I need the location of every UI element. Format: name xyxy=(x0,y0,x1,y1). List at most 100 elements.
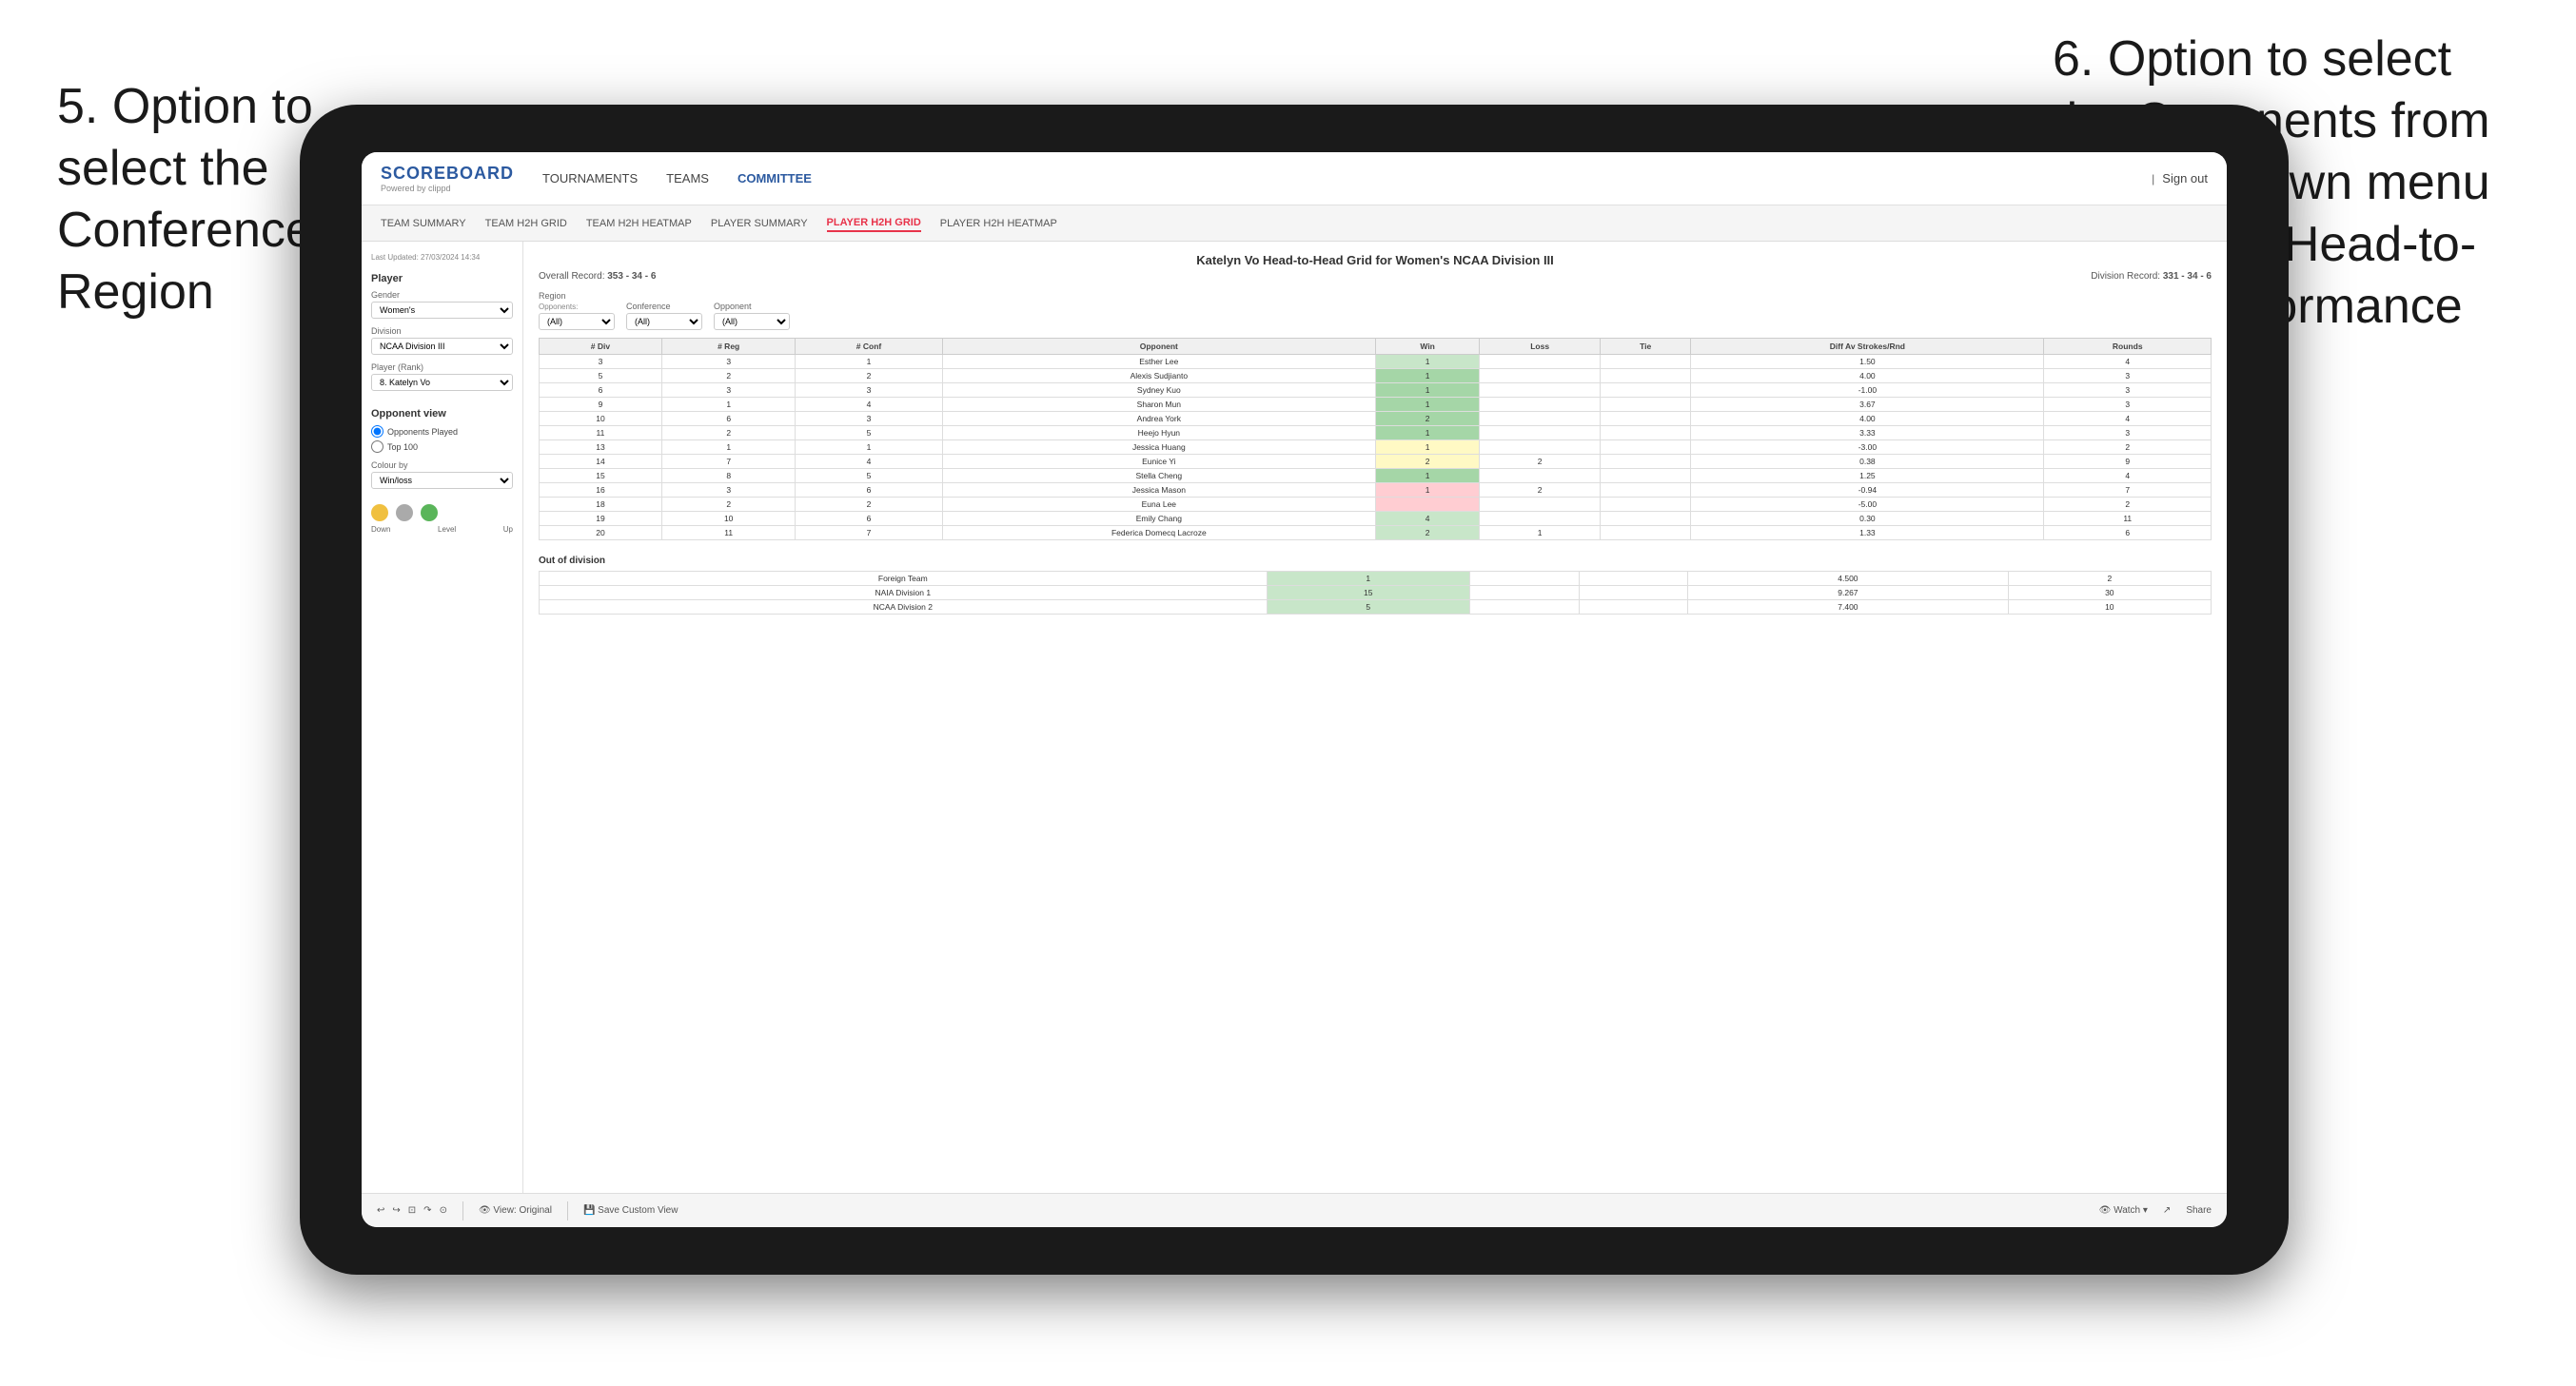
toolbar-export[interactable]: ↗ xyxy=(2163,1205,2171,1216)
toolbar-back[interactable]: ↪ xyxy=(392,1205,400,1216)
division-select[interactable]: NCAA Division III xyxy=(371,338,513,355)
cell-ood-name: NCAA Division 2 xyxy=(540,600,1268,615)
nav-committee[interactable]: COMMITTEE xyxy=(737,167,812,189)
top-navigation: SCOREBOARD Powered by clippd TOURNAMENTS… xyxy=(362,152,2227,205)
cell-win: 1 xyxy=(1376,483,1480,498)
cell-ood-tie xyxy=(1579,572,1688,586)
cell-diff: 1.50 xyxy=(1691,355,2044,369)
table-row: 14 7 4 Eunice Yi 2 2 0.38 9 xyxy=(540,455,2212,469)
cell-opponent: Stella Cheng xyxy=(942,469,1376,483)
nav-tournaments[interactable]: TOURNAMENTS xyxy=(542,167,638,189)
toolbar-undo[interactable]: ↩ xyxy=(377,1205,384,1216)
cell-rounds: 3 xyxy=(2044,398,2212,412)
main-content: Last Updated: 27/03/2024 14:34 Player Ge… xyxy=(362,242,2227,1193)
cell-win: 4 xyxy=(1376,512,1480,526)
cell-opponent: Jessica Huang xyxy=(942,440,1376,455)
sub-nav-player-summary[interactable]: PLAYER SUMMARY xyxy=(711,216,808,231)
colour-labels: Down Level Up xyxy=(371,525,513,534)
cell-reg: 3 xyxy=(661,483,796,498)
nav-right: | Sign out xyxy=(2152,167,2208,189)
nav-teams[interactable]: TEAMS xyxy=(666,167,709,189)
sub-nav-player-h2h-grid[interactable]: PLAYER H2H GRID xyxy=(827,215,921,232)
toolbar-redo[interactable]: ↷ xyxy=(423,1205,431,1216)
sub-nav-player-h2h-heatmap[interactable]: PLAYER H2H HEATMAP xyxy=(940,216,1057,231)
cell-reg: 10 xyxy=(661,512,796,526)
sub-nav-team-summary[interactable]: TEAM SUMMARY xyxy=(381,216,466,231)
cell-loss xyxy=(1480,355,1601,369)
radio-opponents-played[interactable]: Opponents Played xyxy=(371,425,513,438)
sub-nav-team-h2h-grid[interactable]: TEAM H2H GRID xyxy=(485,216,567,231)
cell-rounds: 3 xyxy=(2044,369,2212,383)
cell-div: 10 xyxy=(540,412,662,426)
col-loss: Loss xyxy=(1480,339,1601,355)
opponent-select[interactable]: (All) xyxy=(714,313,790,330)
cell-loss: 2 xyxy=(1480,483,1601,498)
toolbar-settings[interactable]: ⊙ xyxy=(440,1205,447,1216)
cell-diff: 3.33 xyxy=(1691,426,2044,440)
toolbar-watch[interactable]: 👁 Watch ▾ xyxy=(2099,1205,2148,1216)
toolbar-view-original[interactable]: 👁 View: Original xyxy=(479,1205,552,1216)
toolbar-right: 👁 Watch ▾ ↗ Share xyxy=(2099,1205,2212,1216)
toolbar-share[interactable]: Share xyxy=(2186,1205,2212,1216)
cell-diff: 4.00 xyxy=(1691,369,2044,383)
cell-div: 15 xyxy=(540,469,662,483)
filter-row: Region Opponents: (All) Conference (All) xyxy=(539,291,2212,330)
cell-div: 5 xyxy=(540,369,662,383)
cell-loss xyxy=(1480,398,1601,412)
table-row: 11 2 5 Heejo Hyun 1 3.33 3 xyxy=(540,426,2212,440)
tablet-screen: SCOREBOARD Powered by clippd TOURNAMENTS… xyxy=(362,152,2227,1227)
cell-diff: -1.00 xyxy=(1691,383,2044,398)
colour-label-level: Level xyxy=(438,525,456,534)
conference-select[interactable]: (All) xyxy=(626,313,702,330)
cell-opponent: Sharon Mun xyxy=(942,398,1376,412)
cell-diff: 1.33 xyxy=(1691,526,2044,540)
opponent-view-radio-group: Opponents Played Top 100 xyxy=(371,425,513,453)
cell-ood-diff: 7.400 xyxy=(1688,600,2008,615)
region-select[interactable]: (All) xyxy=(539,313,615,330)
gender-select[interactable]: Women's xyxy=(371,302,513,319)
records-row: Overall Record: 353 - 34 - 6 Division Re… xyxy=(539,271,2212,282)
toolbar-grid[interactable]: ⊡ xyxy=(408,1205,416,1216)
cell-conf: 1 xyxy=(796,355,942,369)
toolbar-save-custom-view[interactable]: 💾 Save Custom View xyxy=(583,1205,678,1216)
cell-opponent: Alexis Sudjianto xyxy=(942,369,1376,383)
cell-ood-loss xyxy=(1469,572,1579,586)
cell-ood-win: 5 xyxy=(1267,600,1469,615)
cell-win: 1 xyxy=(1376,426,1480,440)
opponent-filter-group: Opponent (All) xyxy=(714,302,790,330)
cell-ood-diff: 4.500 xyxy=(1688,572,2008,586)
cell-div: 9 xyxy=(540,398,662,412)
table-row: 10 6 3 Andrea York 2 4.00 4 xyxy=(540,412,2212,426)
table-row: 15 8 5 Stella Cheng 1 1.25 4 xyxy=(540,469,2212,483)
cell-opponent: Jessica Mason xyxy=(942,483,1376,498)
opponent-label: Opponent xyxy=(714,302,790,311)
cell-conf: 2 xyxy=(796,498,942,512)
cell-diff: 4.00 xyxy=(1691,412,2044,426)
cell-loss xyxy=(1480,440,1601,455)
radio-top-100[interactable]: Top 100 xyxy=(371,440,513,453)
cell-ood-rounds: 2 xyxy=(2008,572,2211,586)
cell-conf: 3 xyxy=(796,383,942,398)
out-of-division-row: NCAA Division 2 5 7.400 10 xyxy=(540,600,2212,615)
cell-win: 1 xyxy=(1376,440,1480,455)
cell-conf: 4 xyxy=(796,398,942,412)
cell-tie xyxy=(1601,469,1691,483)
sub-nav-team-h2h-heatmap[interactable]: TEAM H2H HEATMAP xyxy=(586,216,692,231)
gender-label: Gender xyxy=(371,290,513,300)
cell-diff: -0.94 xyxy=(1691,483,2044,498)
cell-tie xyxy=(1601,426,1691,440)
sign-out-button[interactable]: Sign out xyxy=(2162,167,2208,189)
cell-loss: 2 xyxy=(1480,455,1601,469)
out-of-division-row: Foreign Team 1 4.500 2 xyxy=(540,572,2212,586)
data-area: Katelyn Vo Head-to-Head Grid for Women's… xyxy=(523,242,2227,1193)
player-rank-select[interactable]: 8. Katelyn Vo xyxy=(371,374,513,391)
colour-by-select[interactable]: Win/loss xyxy=(371,472,513,489)
cell-loss xyxy=(1480,469,1601,483)
cell-win: 1 xyxy=(1376,383,1480,398)
cell-loss: 1 xyxy=(1480,526,1601,540)
cell-rounds: 4 xyxy=(2044,469,2212,483)
cell-loss xyxy=(1480,412,1601,426)
cell-rounds: 2 xyxy=(2044,440,2212,455)
conference-filter-group: Conference (All) xyxy=(626,302,702,330)
colour-circles xyxy=(371,504,513,521)
